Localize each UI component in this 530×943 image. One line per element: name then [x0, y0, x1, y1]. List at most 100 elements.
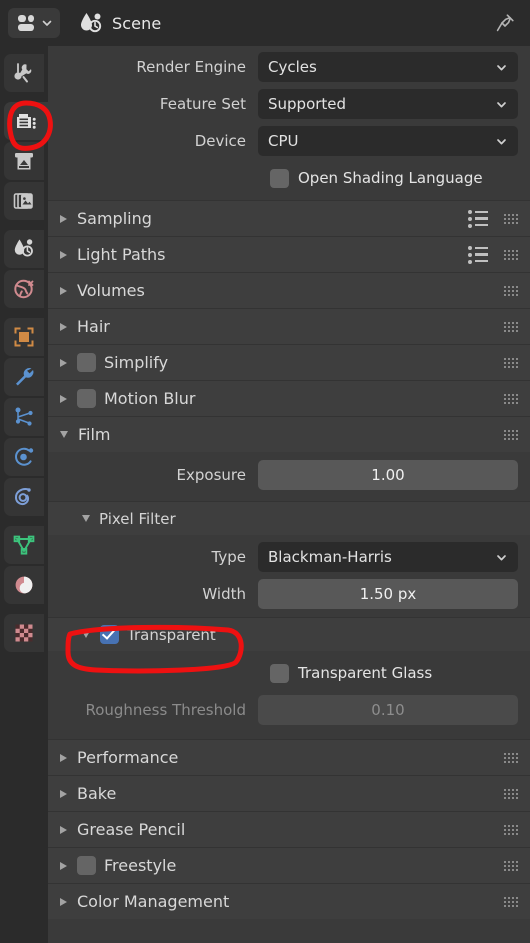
panel-header-grease-pencil[interactable]: Grease Pencil	[48, 811, 530, 847]
transparent-glass-row: Transparent Glass	[48, 658, 530, 688]
feature-set-row: Feature Set Supported	[48, 89, 530, 119]
sidebar-item-material[interactable]	[4, 566, 44, 604]
subpanel-header-pixel-filter[interactable]: Pixel Filter	[48, 501, 530, 535]
chevron-right-icon	[60, 394, 67, 403]
sidebar-item-texture[interactable]	[4, 614, 44, 652]
motion-blur-checkbox[interactable]	[77, 389, 96, 408]
sidebar-item-view-layer[interactable]	[4, 182, 44, 220]
render-engine-dropdown[interactable]: Cycles	[258, 52, 518, 82]
transparent-glass-checkbox[interactable]	[270, 663, 289, 683]
panel-header-film[interactable]: Film	[48, 416, 530, 452]
panel-header-volumes[interactable]: Volumes	[48, 272, 530, 308]
drag-grip-icon[interactable]	[504, 249, 518, 260]
exposure-value: 1.00	[371, 466, 405, 484]
sidebar-item-physics[interactable]	[4, 438, 44, 476]
properties-editor-icon	[17, 15, 34, 31]
roughness-threshold-slider: 0.10	[258, 695, 518, 725]
tool-icon	[14, 63, 32, 83]
presets-icon[interactable]	[468, 245, 488, 264]
chevron-right-icon	[60, 789, 67, 798]
pin-icon[interactable]	[490, 8, 520, 38]
roughness-threshold-value: 0.10	[371, 701, 405, 719]
chevron-down-icon	[82, 515, 90, 522]
drag-grip-icon[interactable]	[504, 824, 518, 835]
panel-header-color-management[interactable]: Color Management	[48, 883, 530, 919]
panel-title: Simplify	[104, 353, 169, 372]
sidebar-item-world[interactable]	[4, 270, 44, 308]
editor-header: Scene	[0, 0, 530, 46]
drag-grip-icon[interactable]	[504, 393, 518, 404]
panel-header-bake[interactable]: Bake	[48, 775, 530, 811]
panel-header-hair[interactable]: Hair	[48, 308, 530, 344]
osl-row: Open Shading Language	[48, 163, 530, 193]
chevron-down-icon	[497, 554, 506, 560]
panel-header-performance[interactable]: Performance	[48, 739, 530, 775]
view-layer-images-icon	[13, 193, 33, 209]
drag-grip-icon[interactable]	[504, 788, 518, 799]
subpanel-header-transparent[interactable]: Transparent	[48, 617, 530, 651]
drag-grip-icon[interactable]	[504, 321, 518, 332]
chevron-right-icon	[60, 250, 67, 259]
material-sphere-icon	[15, 576, 33, 594]
device-label: Device	[194, 132, 246, 150]
subpanel-body-pixel-filter: Type Blackman-Harris Width 1.50 px	[48, 535, 530, 617]
pixel-filter-type-row: Type Blackman-Harris	[48, 542, 530, 572]
panel-title: Light Paths	[77, 245, 166, 264]
physics-orbit-icon	[15, 447, 34, 466]
sidebar-item-particles[interactable]	[4, 398, 44, 436]
feature-set-dropdown[interactable]: Supported	[258, 89, 518, 119]
constraints-icon	[15, 488, 31, 506]
drag-grip-icon[interactable]	[504, 285, 518, 296]
drag-grip-icon[interactable]	[504, 357, 518, 368]
panel-title: Sampling	[77, 209, 152, 228]
panel-header-freestyle[interactable]: Freestyle	[48, 847, 530, 883]
editor-type-selector[interactable]	[8, 8, 60, 38]
chevron-right-icon	[60, 753, 67, 762]
panel-header-motion-blur[interactable]: Motion Blur	[48, 380, 530, 416]
drag-grip-icon[interactable]	[504, 752, 518, 763]
panel-title: Volumes	[77, 281, 145, 300]
page-title: Scene	[112, 13, 162, 33]
subpanel-title: Transparent	[127, 625, 216, 644]
presets-icon[interactable]	[468, 209, 488, 228]
sidebar-item-object[interactable]	[4, 318, 44, 356]
drag-grip-icon[interactable]	[504, 429, 518, 440]
world-globe-icon	[14, 279, 34, 299]
object-square-icon	[14, 327, 34, 347]
drag-grip-icon[interactable]	[504, 896, 518, 907]
exposure-slider[interactable]: 1.00	[258, 460, 518, 490]
transparent-checkbox[interactable]	[100, 625, 119, 644]
chevron-right-icon	[60, 214, 67, 223]
sidebar-item-modifiers[interactable]	[4, 358, 44, 396]
roughness-threshold-row: Roughness Threshold 0.10	[48, 695, 530, 725]
drag-grip-icon[interactable]	[504, 860, 518, 871]
panel-header-sampling[interactable]: Sampling	[48, 200, 530, 236]
panel-title: Hair	[77, 317, 110, 336]
panel-header-light-paths[interactable]: Light Paths	[48, 236, 530, 272]
roughness-threshold-label: Roughness Threshold	[85, 701, 246, 719]
sidebar-item-output[interactable]	[4, 142, 44, 180]
simplify-checkbox[interactable]	[77, 353, 96, 372]
freestyle-checkbox[interactable]	[77, 856, 96, 875]
open-shading-language-checkbox[interactable]	[270, 168, 289, 188]
sidebar-item-scene[interactable]	[4, 230, 44, 268]
render-camera-back-icon	[17, 114, 36, 129]
mesh-data-triangle-icon	[13, 535, 35, 555]
scene-data-icon	[78, 11, 104, 35]
sidebar-item-render[interactable]	[4, 102, 48, 140]
sidebar-item-object-constraints[interactable]	[4, 478, 44, 516]
chevron-right-icon	[60, 861, 67, 870]
properties-tab-rail	[0, 46, 48, 943]
pixel-filter-width-slider[interactable]: 1.50 px	[258, 579, 518, 609]
sidebar-item-tool[interactable]	[4, 54, 44, 92]
pixel-filter-type-dropdown[interactable]: Blackman-Harris	[258, 542, 518, 572]
exposure-label: Exposure	[176, 466, 246, 484]
device-dropdown[interactable]: CPU	[258, 126, 518, 156]
drag-grip-icon[interactable]	[504, 213, 518, 224]
chevron-right-icon	[60, 322, 67, 331]
chevron-down-icon	[497, 138, 506, 144]
sidebar-item-object-data[interactable]	[4, 526, 44, 564]
pixel-filter-width-value: 1.50 px	[359, 585, 417, 603]
panel-header-simplify[interactable]: Simplify	[48, 344, 530, 380]
open-shading-language-label: Open Shading Language	[298, 169, 483, 187]
